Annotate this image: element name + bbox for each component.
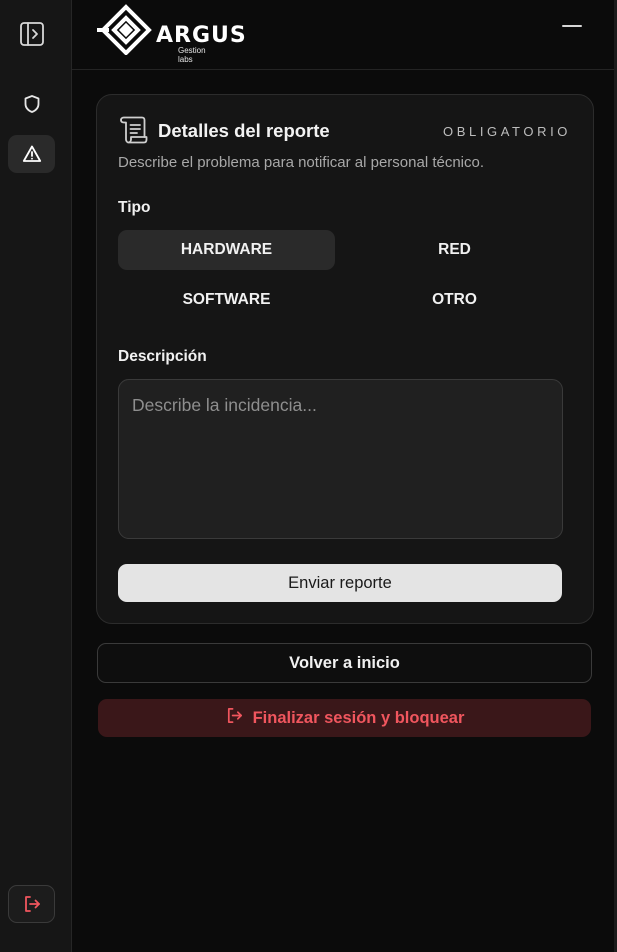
back-to-home-button[interactable]: Volver a inicio [97, 643, 592, 683]
app-header: ARGUS Gestion labs [72, 0, 617, 70]
sidebar-toggle-button[interactable] [8, 15, 55, 53]
card-title: Detalles del reporte [158, 120, 330, 141]
description-label: Descripción [118, 348, 207, 365]
sidebar [0, 0, 72, 952]
sidebar-item-report[interactable] [8, 135, 55, 173]
finish-session-button[interactable]: Finalizar sesión y bloquear [98, 699, 591, 737]
required-badge: OBLIGATORIO [443, 124, 571, 139]
minimize-button[interactable] [562, 25, 582, 27]
type-option-otro[interactable]: OTRO [346, 280, 563, 320]
report-card: Detalles del reporte OBLIGATORIO Describ… [96, 94, 594, 624]
brand-subtitle: Gestion labs [178, 46, 206, 64]
main-panel: ARGUS Gestion labs Detalles del reporte … [72, 0, 617, 952]
brand-name: ARGUS [156, 23, 247, 48]
logout-icon [22, 894, 42, 914]
brand-logo: ARGUS Gestion labs [96, 3, 246, 64]
warning-icon [22, 144, 42, 164]
scroll-icon [118, 116, 148, 149]
type-label: Tipo [118, 199, 151, 216]
argus-logo-icon [97, 4, 152, 55]
type-option-software[interactable]: SOFTWARE [118, 280, 335, 320]
sidebar-logout-button[interactable] [8, 885, 55, 923]
type-option-red[interactable]: RED [346, 230, 563, 270]
panel-toggle-icon [19, 21, 45, 47]
logout-icon [225, 706, 244, 730]
send-report-button[interactable]: Enviar reporte [118, 564, 562, 602]
card-subtitle: Describe el problema para notificar al p… [118, 154, 485, 171]
type-option-hardware[interactable]: HARDWARE [118, 230, 335, 270]
description-input[interactable] [118, 379, 563, 539]
finish-session-label: Finalizar sesión y bloquear [252, 708, 465, 727]
shield-icon [22, 94, 42, 114]
sidebar-item-security[interactable] [8, 85, 55, 123]
